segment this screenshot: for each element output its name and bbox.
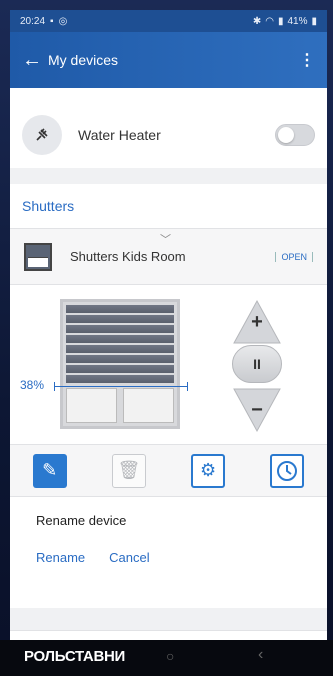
phone-frame: 20:24 ▪ ◎ ✱ ◠ ▮ 41% ▮ ← My devices ⋮ Wat… bbox=[0, 0, 333, 676]
plug-icon bbox=[22, 115, 62, 155]
wifi-icon: ◠ bbox=[265, 15, 274, 27]
device-row-water-heater[interactable]: Water Heater bbox=[10, 102, 327, 168]
cancel-button[interactable]: Cancel bbox=[109, 550, 149, 565]
status-bar: 20:24 ▪ ◎ ✱ ◠ ▮ 41% ▮ bbox=[10, 10, 327, 32]
rename-title: Rename device bbox=[36, 513, 127, 528]
shutter-slat bbox=[66, 345, 174, 353]
shutter-slat bbox=[66, 325, 174, 333]
rename-button[interactable]: Rename bbox=[36, 550, 85, 565]
section-title-shutters: Shutters bbox=[10, 184, 327, 228]
shutter-slat bbox=[66, 315, 174, 323]
clock-icon bbox=[277, 460, 298, 481]
sync-icon: ◎ bbox=[58, 15, 68, 27]
shutter-up-button[interactable]: + bbox=[232, 299, 282, 345]
shutter-device-row[interactable]: ﹀ Shutters Kids Room OPEN bbox=[10, 228, 327, 284]
back-nav-icon[interactable]: ‹ bbox=[258, 646, 263, 664]
shutter-pause-button[interactable]: II bbox=[232, 345, 282, 383]
previous-device-row bbox=[10, 88, 327, 102]
shutter-slat bbox=[66, 355, 174, 363]
window-pane-left bbox=[66, 388, 117, 423]
more-menu-icon[interactable]: ⋮ bbox=[299, 50, 315, 70]
water-heater-toggle[interactable] bbox=[275, 124, 315, 146]
shutter-slat bbox=[66, 305, 174, 313]
signal-icon: ▮ bbox=[277, 15, 284, 27]
device-action-row: ✎ 🗑 ⚙ bbox=[10, 444, 327, 496]
timer-button[interactable] bbox=[270, 453, 305, 488]
gear-icon: ⚙ bbox=[200, 460, 217, 480]
edit-button[interactable]: ✎ bbox=[32, 453, 67, 488]
position-indicator-line[interactable] bbox=[54, 382, 188, 391]
shutter-down-button[interactable]: − bbox=[232, 387, 282, 433]
chevron-down-icon[interactable]: ﹀ bbox=[160, 231, 171, 247]
position-percent-label: 38% bbox=[20, 378, 45, 392]
app-bar: ← My devices ⋮ bbox=[10, 32, 327, 88]
pause-icon: II bbox=[253, 356, 261, 372]
shutter-slats bbox=[66, 305, 174, 383]
shutter-icon bbox=[24, 242, 52, 271]
back-arrow-icon[interactable]: ← bbox=[22, 50, 42, 70]
plus-icon: + bbox=[251, 310, 263, 333]
device-label: Water Heater bbox=[78, 127, 161, 143]
status-time: 20:24 bbox=[20, 15, 46, 27]
bluetooth-icon: ✱ bbox=[252, 15, 262, 27]
page-title: My devices bbox=[48, 52, 119, 68]
shutter-slat bbox=[66, 335, 174, 343]
open-button[interactable]: OPEN bbox=[275, 251, 313, 262]
shutter-slat bbox=[66, 375, 174, 383]
device-list: Water Heater Shutters ﹀ Shutters Kids Ro… bbox=[10, 88, 327, 640]
delete-button[interactable]: 🗑 bbox=[111, 453, 146, 488]
battery-icon: ▮ bbox=[311, 15, 317, 27]
gallery-icon: ▪ bbox=[50, 15, 54, 27]
section-divider bbox=[10, 168, 327, 184]
trash-icon: 🗑 bbox=[117, 460, 141, 480]
shutter-device-name: Shutters Kids Room bbox=[70, 249, 186, 264]
next-device-row bbox=[10, 630, 327, 640]
minus-icon: − bbox=[251, 398, 263, 421]
battery-level: 41% bbox=[287, 15, 308, 27]
toggle-knob bbox=[278, 127, 294, 143]
settings-button[interactable]: ⚙ bbox=[191, 453, 226, 488]
shutter-window-visual[interactable] bbox=[60, 299, 180, 429]
window-pane-right bbox=[123, 388, 174, 423]
pencil-icon: ✎ bbox=[42, 460, 58, 480]
shutter-slat bbox=[66, 365, 174, 373]
home-nav-icon[interactable]: ○ bbox=[166, 648, 174, 664]
caption-text: РОЛЬСТАВНИ bbox=[24, 648, 125, 665]
rename-panel: Rename device Rename Cancel bbox=[10, 496, 327, 608]
shutter-control-panel: 38% + II − bbox=[10, 284, 327, 444]
app-screen: 20:24 ▪ ◎ ✱ ◠ ▮ 41% ▮ ← My devices ⋮ Wat… bbox=[10, 10, 327, 640]
